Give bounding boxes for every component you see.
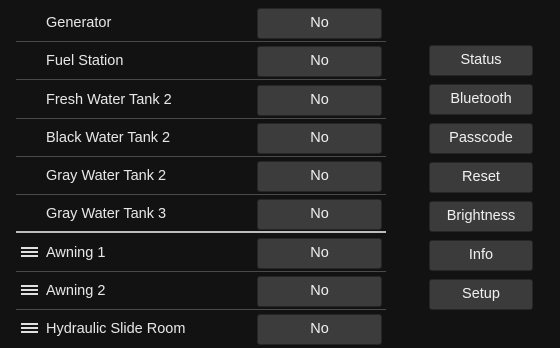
list-item-fuel-station: Fuel Station No <box>8 42 388 80</box>
list-item-awning-2: Awning 2 No <box>8 272 388 310</box>
bluetooth-button[interactable]: Bluetooth <box>429 84 533 115</box>
item-label: Generator <box>46 15 112 31</box>
value-button[interactable]: No <box>257 85 382 116</box>
device-list[interactable]: Generator No Fuel Station No Fresh Water… <box>8 0 388 345</box>
drag-handle-icon[interactable] <box>21 323 38 334</box>
item-label: Fresh Water Tank 2 <box>46 92 172 108</box>
item-label: Awning 1 <box>46 245 106 261</box>
value-button[interactable]: No <box>257 46 382 77</box>
value-button[interactable]: No <box>257 238 382 269</box>
item-label: Awning 2 <box>46 283 106 299</box>
item-label: Hydraulic Slide Room <box>46 321 186 337</box>
value-button[interactable]: No <box>257 123 382 154</box>
list-item-black-water-tank-2: Black Water Tank 2 No <box>8 119 388 157</box>
value-button[interactable]: No <box>257 199 382 230</box>
list-item-awning-1: Awning 1 No <box>8 234 388 272</box>
item-label: Black Water Tank 2 <box>46 130 171 146</box>
item-label: Fuel Station <box>46 53 124 69</box>
device-settings-screen: Generator No Fuel Station No Fresh Water… <box>0 0 560 345</box>
item-label: Gray Water Tank 2 <box>46 168 167 184</box>
list-item-gray-water-tank-3: Gray Water Tank 3 No <box>8 195 388 233</box>
list-item-generator: Generator No <box>8 4 388 42</box>
passcode-button[interactable]: Passcode <box>429 123 533 154</box>
brightness-button[interactable]: Brightness <box>429 201 533 232</box>
info-button[interactable]: Info <box>429 240 533 271</box>
drag-handle-icon[interactable] <box>21 247 38 258</box>
list-item-gray-water-tank-2: Gray Water Tank 2 No <box>8 157 388 195</box>
reset-button[interactable]: Reset <box>429 162 533 193</box>
value-button[interactable]: No <box>257 161 382 192</box>
value-button[interactable]: No <box>257 314 382 345</box>
setup-button[interactable]: Setup <box>429 279 533 310</box>
list-item-hydraulic-slide-room: Hydraulic Slide Room No <box>8 310 388 348</box>
value-button[interactable]: No <box>257 8 382 39</box>
drag-handle-icon[interactable] <box>21 285 38 296</box>
value-button[interactable]: No <box>257 276 382 307</box>
status-button[interactable]: Status <box>429 45 533 76</box>
item-label: Gray Water Tank 3 <box>46 206 167 222</box>
list-item-fresh-water-tank-2: Fresh Water Tank 2 No <box>8 81 388 119</box>
